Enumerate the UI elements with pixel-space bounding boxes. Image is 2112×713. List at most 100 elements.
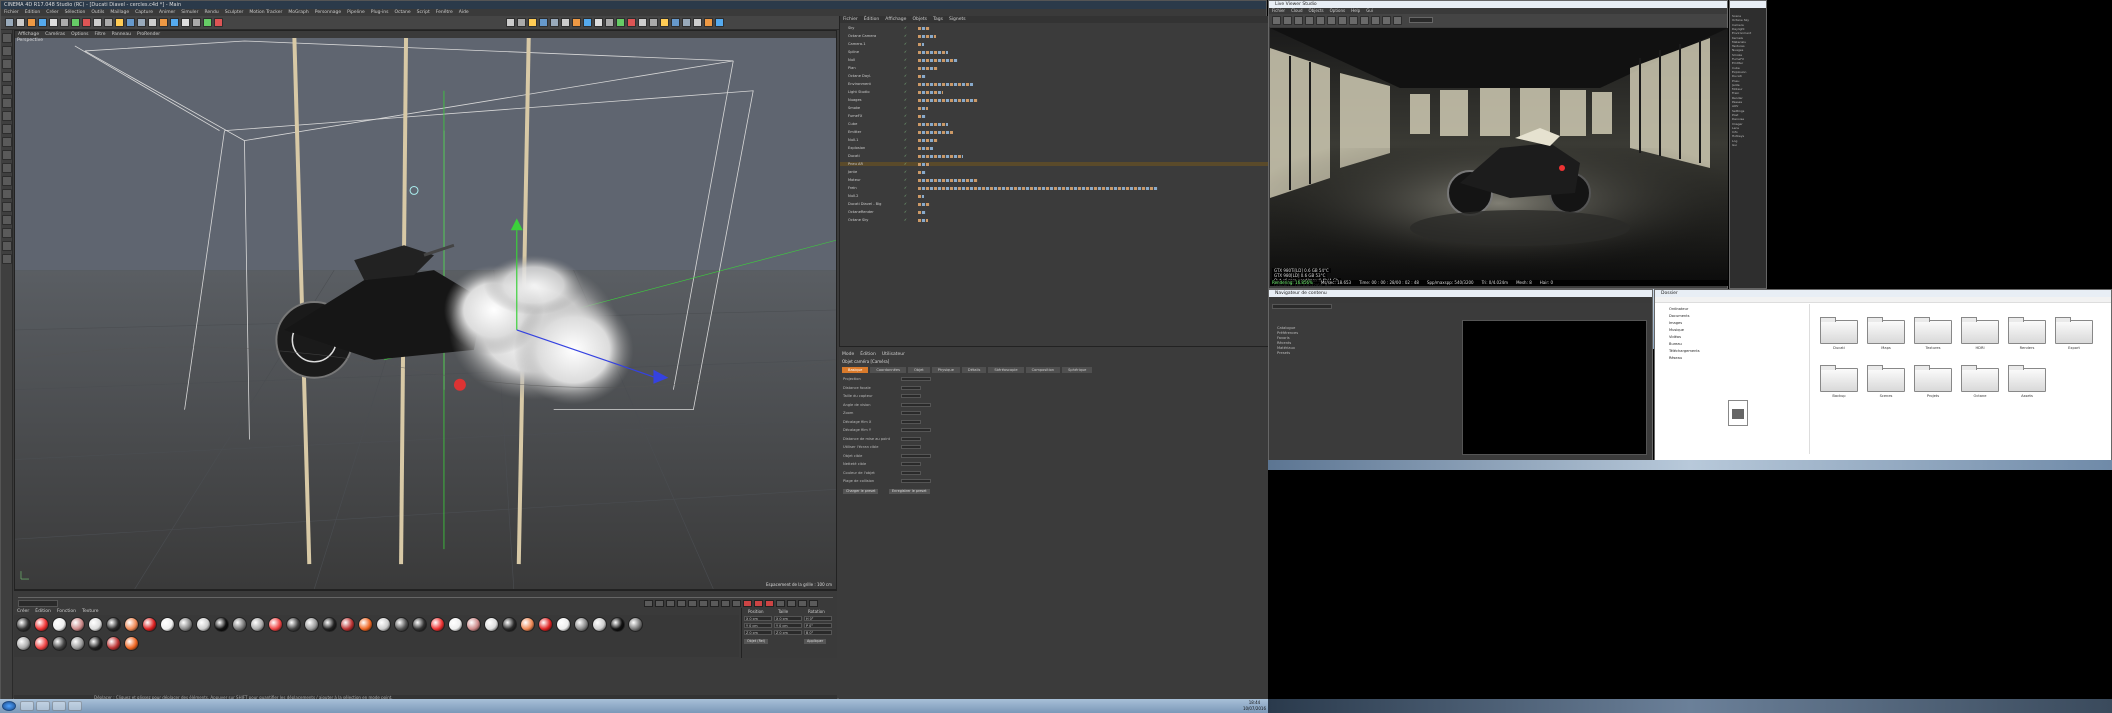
material-swatch[interactable] (376, 617, 391, 632)
browser-tree-item[interactable]: Favoris (1277, 336, 1290, 340)
object-row[interactable]: Null ✓ (840, 58, 1268, 62)
tool-icon[interactable] (2, 46, 12, 56)
object-row[interactable]: Explosion ✓ (840, 146, 1268, 150)
material-swatch[interactable] (484, 617, 499, 632)
attribute-value[interactable] (901, 394, 921, 398)
side-panel-item[interactable]: Lens (1732, 127, 1766, 131)
material-menu-item[interactable]: Texture (82, 609, 98, 614)
menu-item[interactable]: Fenêtre (436, 10, 453, 15)
attribute-tab[interactable]: Détails (961, 367, 987, 373)
object-row[interactable]: Ducati ✓ (840, 154, 1268, 158)
taskbar-app-4[interactable] (68, 701, 82, 711)
visibility-toggle[interactable]: ✓ (904, 122, 907, 126)
viewer-mode-select[interactable] (1409, 17, 1433, 23)
material-swatch[interactable] (610, 617, 625, 632)
viewer-tool-icon[interactable] (1382, 16, 1391, 25)
toolbar-icon[interactable] (605, 18, 614, 27)
menu-item[interactable]: MoGraph (288, 10, 308, 15)
toolbar-icon[interactable] (49, 18, 58, 27)
attribute-value[interactable] (901, 419, 921, 424)
material-swatch[interactable] (286, 617, 301, 632)
viewport-menu-item[interactable]: Affichage (18, 32, 39, 37)
attribute-value[interactable] (901, 453, 931, 458)
toolbar-icon[interactable] (192, 18, 201, 27)
side-panel-item[interactable]: Imager (1732, 123, 1766, 127)
toolbar-icon[interactable] (506, 18, 515, 27)
viewer-tool-icon[interactable] (1316, 16, 1325, 25)
tag-icons[interactable] (918, 170, 926, 174)
viewer-tool-icon[interactable] (1294, 16, 1303, 25)
material-swatch[interactable] (502, 617, 517, 632)
folder-icon[interactable]: Assets (2008, 365, 2046, 398)
object-row[interactable]: Smoke ✓ (840, 106, 1268, 110)
playback-button[interactable] (787, 600, 796, 607)
visibility-toggle[interactable]: ✓ (904, 162, 907, 166)
attribute-tab[interactable]: Basique (842, 367, 869, 373)
object-menu-item[interactable]: Tags (933, 17, 943, 22)
explorer-tree-item[interactable]: Ordinateur (1669, 306, 1688, 312)
toolbar-icon[interactable] (715, 18, 724, 27)
tag-icons[interactable] (918, 66, 938, 70)
side-panel-item[interactable]: Kernels (1732, 37, 1766, 41)
taskbar-app-1[interactable] (20, 701, 34, 711)
object-menu-item[interactable]: Affichage (885, 17, 906, 22)
menu-item[interactable]: Créer (46, 10, 58, 15)
toolbar-icon[interactable] (148, 18, 157, 27)
toolbar-icon[interactable] (214, 18, 223, 27)
viewer-menu-item[interactable]: Options (1330, 8, 1345, 13)
attribute-value[interactable] (901, 436, 921, 441)
taskbar-app-2[interactable] (36, 701, 50, 711)
object-row[interactable]: Pneu AR ✓ (840, 162, 1268, 167)
playback-button[interactable] (699, 600, 708, 607)
viewer-menu-item[interactable]: Cloud (1291, 8, 1302, 13)
viewer-menu-item[interactable]: Help (1351, 8, 1360, 13)
visibility-toggle[interactable]: ✓ (904, 138, 907, 142)
folder-icon[interactable]: Projets (1914, 365, 1952, 398)
tag-icons[interactable] (918, 26, 930, 30)
side-panel-item[interactable]: Daylight (1732, 28, 1766, 32)
menu-item[interactable]: Édition (25, 10, 41, 15)
toolbar-icon[interactable] (528, 18, 537, 27)
apply-button[interactable]: Appliquer (804, 639, 827, 644)
attribute-value[interactable] (901, 428, 931, 432)
object-row[interactable]: Cube ✓ (840, 122, 1268, 126)
object-row[interactable]: Sky ✓ (840, 26, 1268, 30)
menu-item[interactable]: Aide (459, 10, 469, 15)
menu-item[interactable]: Plug-ins (371, 10, 389, 15)
material-swatch[interactable] (88, 617, 103, 632)
coord-field[interactable]: Y 0 cm (774, 623, 802, 628)
playback-button[interactable] (809, 600, 818, 607)
material-swatch[interactable] (106, 636, 121, 651)
toolbar-icon[interactable] (60, 18, 69, 27)
object-row[interactable]: Camera.1 ✓ (840, 42, 1268, 46)
tag-icons[interactable] (918, 218, 928, 222)
start-button[interactable] (2, 701, 16, 711)
timeline-ruler[interactable] (18, 592, 833, 598)
tag-icons[interactable] (918, 146, 933, 150)
menu-item[interactable]: Motion Tracker (249, 10, 282, 15)
visibility-toggle[interactable]: ✓ (904, 170, 907, 174)
viewport-menu-item[interactable]: Panneau (112, 32, 131, 37)
object-menu-item[interactable]: Signets (949, 17, 966, 22)
side-panel-item[interactable]: Cube (1732, 67, 1766, 71)
material-swatch[interactable] (322, 617, 337, 632)
tool-icon[interactable] (2, 176, 12, 186)
viewer-tool-icon[interactable] (1272, 16, 1281, 25)
menu-item[interactable]: Maillage (110, 10, 129, 15)
menu-item[interactable]: Simuler (181, 10, 198, 15)
side-panel-item[interactable]: Settings (1732, 110, 1766, 114)
viewer-tool-icon[interactable] (1305, 16, 1314, 25)
tool-icon[interactable] (2, 202, 12, 212)
side-panel-item[interactable]: Log (1732, 140, 1766, 144)
toolbar-icon[interactable] (704, 18, 713, 27)
side-panel-item[interactable]: Explosion (1732, 71, 1766, 75)
playback-button[interactable] (743, 600, 752, 607)
playback-button[interactable] (732, 600, 741, 607)
coord-field[interactable]: Z 0 cm (744, 630, 772, 635)
preset-button[interactable]: Enregistrer le preset (889, 489, 930, 494)
attribute-menu-item[interactable]: Mode (842, 352, 854, 357)
viewport-3d[interactable]: Affichage Caméras Options Filtre Panneau ProR… (14, 30, 837, 590)
side-panel-item[interactable]: Denoise (1732, 118, 1766, 122)
toolbar-icon[interactable] (159, 18, 168, 27)
material-swatch[interactable] (250, 617, 265, 632)
